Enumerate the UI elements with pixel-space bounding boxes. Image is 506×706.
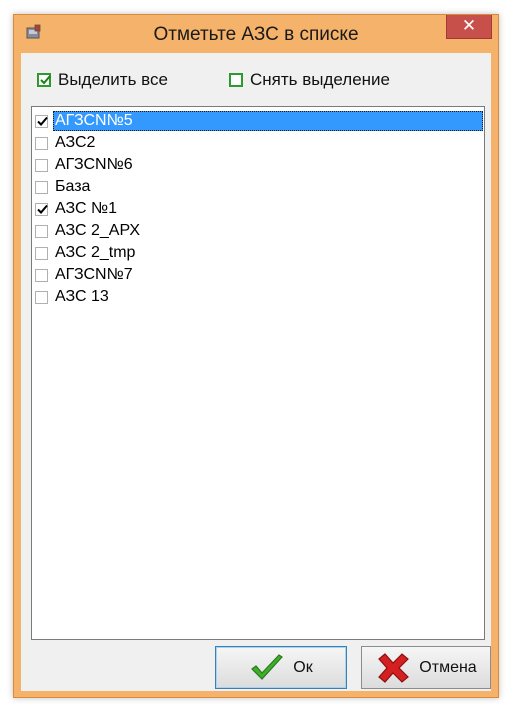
list-item-checkbox[interactable] [35,158,48,172]
list-item-label: АГЗСN№5 [55,112,133,129]
list-item-label: АЗС2 [55,134,96,151]
cancel-button[interactable]: Отмена [361,646,491,689]
list-item-checkbox[interactable] [35,114,48,128]
close-icon: ✕ [461,16,477,35]
list-item-label: АЗС 2_АРХ [55,222,141,239]
red-x-icon [378,652,410,683]
list-item-checkbox[interactable] [35,268,48,282]
list-item-checkbox[interactable] [35,136,48,150]
selection-toolbar: Выделить все Снять выделение [21,53,491,103]
list-item[interactable]: АЗС №1 [35,198,119,220]
select-all-button[interactable]: Выделить все [37,69,168,91]
checked-box-icon [37,73,51,87]
list-item[interactable]: АЗС2 [35,132,97,154]
list-item-checkbox[interactable] [35,224,48,238]
list-item[interactable]: АЗС 2_tmp [35,242,137,264]
list-item-label: АГЗСN№7 [55,266,133,283]
station-list[interactable]: АГЗСN№5 АЗС2 АГЗСN№6 База АЗС №1 АЗС 2_АРХ АЗС… [31,106,485,640]
list-item-checkbox[interactable] [35,180,48,194]
list-item-label: АЗС №1 [55,200,118,217]
window-title: Отметьте АЗС в списке [153,24,359,45]
list-item-checkbox[interactable] [35,202,48,216]
deselect-label: Снять выделение [250,70,391,89]
ok-button[interactable]: Ок [215,646,347,689]
dialog-window: Отметьте АЗС в списке ✕ Выделить все Сня… [13,14,499,698]
deselect-button[interactable]: Снять выделение [229,69,390,91]
list-item-checkbox[interactable] [35,246,48,260]
list-item-label: База [55,178,91,195]
close-button[interactable]: ✕ [446,15,492,39]
list-item[interactable]: АГЗСN№7 [35,264,135,286]
list-item[interactable]: АЗС 2_АРХ [35,220,142,242]
title-bar[interactable]: Отметьте АЗС в списке ✕ [14,15,498,51]
list-item[interactable]: АЗС 13 [35,286,111,308]
dialog-client-area: Выделить все Снять выделение АГЗСN№5 АЗС2… [21,53,491,691]
ok-label: Ок [293,658,313,676]
cancel-label: Отмена [419,658,477,676]
list-item[interactable]: База [35,176,92,198]
list-item[interactable]: АГЗСN№5 [35,110,483,132]
green-check-icon [251,653,284,680]
select-all-label: Выделить все [58,70,168,89]
list-item-label: АЗС 2_tmp [55,244,136,261]
list-item[interactable]: АГЗСN№6 [35,154,135,176]
empty-box-icon [229,73,243,87]
list-item-label: АГЗСN№6 [55,156,133,173]
list-item-checkbox[interactable] [35,290,48,304]
list-item-label: АЗС 13 [55,288,109,305]
